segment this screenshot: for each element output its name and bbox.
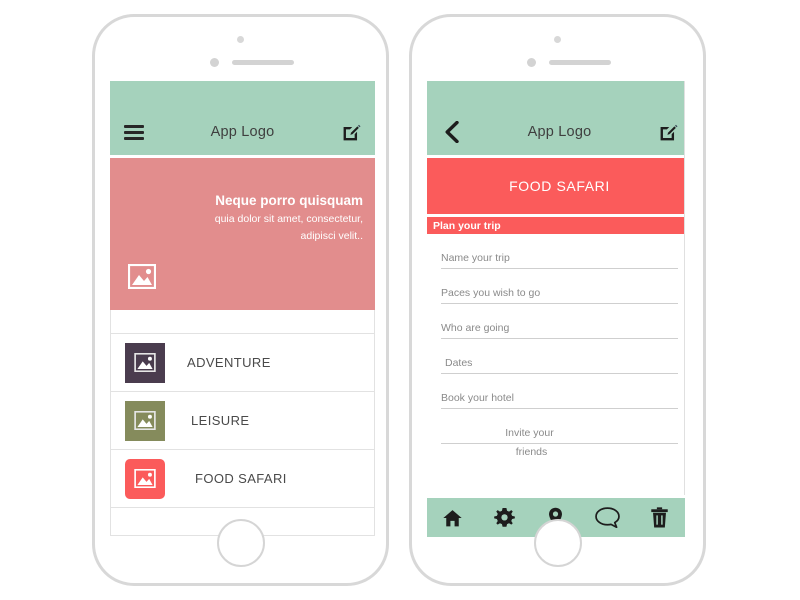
tab-settings[interactable] (487, 503, 521, 533)
hero-title: Neque porro quisquam (215, 193, 363, 208)
speaker-bar (549, 60, 611, 65)
hamburger-icon (124, 122, 144, 143)
screen-plan-trip: App Logo FOOD SAFARI Plan your trip Name… (427, 81, 692, 537)
list-item-food-safari[interactable]: FOOD SAFARI (110, 450, 375, 508)
field-dates[interactable]: Dates (441, 339, 678, 374)
camera-dot (236, 36, 244, 43)
field-label: Paces you wish to go (441, 286, 541, 299)
vertical-scrollbar[interactable] (684, 81, 692, 537)
hero-banner: Neque porro quisquam quia dolor sit amet… (110, 155, 375, 310)
chat-bubble-icon (595, 507, 620, 528)
back-button[interactable] (427, 121, 475, 143)
camera-dot (553, 36, 561, 43)
image-placeholder-icon (134, 469, 156, 488)
home-button[interactable] (216, 519, 265, 567)
image-placeholder-icon (134, 353, 156, 372)
hero-subtitle-line-2: adipisci velit.. (300, 230, 363, 243)
hero-text-block: Neque porro quisquam quia dolor sit amet… (173, 192, 363, 245)
screen-home: App Logo Neque porro quisquam quia dolor… (110, 81, 375, 537)
field-places-to-go[interactable]: Paces you wish to go (441, 269, 678, 304)
field-invite-your-friends[interactable]: Invite your (441, 409, 678, 444)
menu-button[interactable] (110, 122, 158, 143)
page-title: App Logo (527, 124, 592, 140)
field-label: Book your hotel (441, 391, 514, 404)
edit-square-pencil-icon (343, 124, 361, 140)
phone-frame-1: App Logo Neque porro quisquam quia dolor… (92, 14, 389, 586)
field-who-are-going[interactable]: Who are going (441, 304, 678, 339)
trash-icon (650, 507, 668, 528)
tab-delete[interactable] (642, 503, 676, 533)
field-label: Dates (445, 356, 473, 369)
app-bar-home: App Logo (110, 81, 375, 155)
field-book-your-hotel[interactable]: Book your hotel (441, 374, 678, 409)
field-name-your-trip[interactable]: Name your trip (441, 234, 678, 269)
page-title: App Logo (210, 124, 275, 140)
field-label: Invite your (505, 426, 554, 439)
field-label-overflow: friends (515, 446, 548, 458)
field-label: Who are going (441, 321, 510, 334)
list-item-leisure[interactable]: LEISURE (110, 392, 375, 450)
home-button[interactable] (533, 519, 582, 567)
category-banner: FOOD SAFARI (427, 155, 692, 214)
field-label: Name your trip (441, 251, 510, 264)
image-placeholder-icon (134, 411, 156, 430)
trip-form: Name your trip Paces you wish to go Who … (427, 234, 692, 460)
list-thumb-food-safari (125, 458, 165, 499)
app-bar-plan-trip: App Logo (427, 81, 692, 155)
list-item-label: ADVENTURE (187, 355, 271, 370)
edit-button[interactable] (327, 123, 375, 142)
image-placeholder-icon (127, 263, 157, 290)
home-icon (443, 509, 462, 526)
list-thumb-adventure (125, 342, 165, 383)
sensor-dot (210, 58, 219, 67)
phone-frame-2: App Logo FOOD SAFARI Plan your trip Name… (409, 14, 706, 586)
edit-square-pencil-icon (660, 124, 678, 140)
hero-subtitle-line-1: quia dolor sit amet, consectetur, (214, 213, 363, 226)
section-header: Plan your trip (427, 214, 692, 234)
list-thumb-leisure (125, 400, 165, 441)
tab-chat[interactable] (591, 503, 625, 533)
gear-icon (494, 508, 515, 527)
list-item-label: FOOD SAFARI (195, 471, 287, 486)
mockup-canvas: App Logo Neque porro quisquam quia dolor… (0, 0, 800, 600)
list-item-adventure[interactable]: ADVENTURE (110, 334, 375, 392)
tab-home[interactable] (436, 503, 470, 533)
speaker-bar (232, 60, 294, 65)
hero-image-placeholder (127, 263, 157, 294)
chevron-left-icon (445, 121, 459, 143)
sensor-dot (527, 58, 536, 67)
list-spacer-row (110, 310, 375, 334)
list-item-label: LEISURE (191, 413, 250, 428)
